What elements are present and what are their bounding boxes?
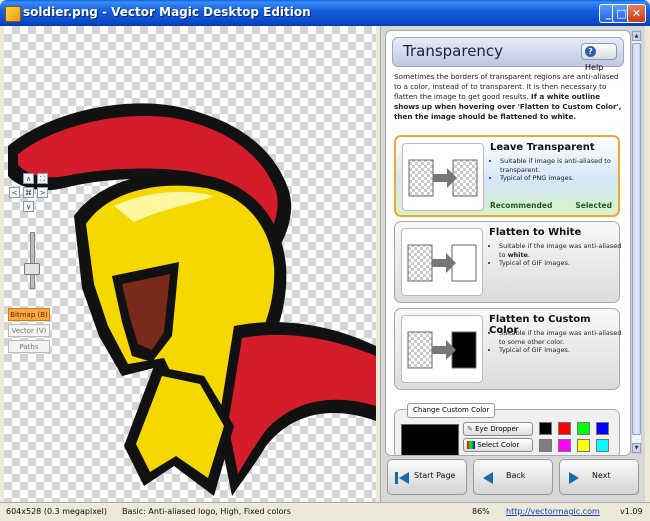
start-page-icon bbox=[395, 472, 409, 484]
next-button[interactable]: Next bbox=[559, 459, 639, 495]
option-flatten-white[interactable]: Flatten to White Suitable if the image w… bbox=[394, 221, 621, 303]
title-bar: soldier.png - Vector Magic Desktop Editi… bbox=[0, 0, 650, 26]
select-color-button[interactable]: Select Color bbox=[463, 438, 533, 452]
bullet-bold: white bbox=[507, 250, 528, 259]
scroll-thumb[interactable] bbox=[632, 43, 641, 435]
option-bullet: Typical of PNG images. bbox=[500, 174, 628, 183]
option-bullets: Suitable if image is anti-aliased to tra… bbox=[490, 157, 628, 183]
option-bullet: Typical of GIF images. bbox=[499, 259, 627, 268]
help-icon: ? bbox=[585, 46, 596, 57]
flatten-white-preview bbox=[401, 228, 483, 296]
zoom-slider-thumb[interactable] bbox=[24, 263, 40, 275]
color-swatch-magenta[interactable] bbox=[558, 439, 571, 452]
next-label: Next bbox=[592, 471, 611, 480]
help-button[interactable]: ? Help bbox=[581, 43, 617, 72]
eye-dropper-icon: ✎ bbox=[467, 425, 473, 433]
website-link[interactable]: http://vectormagic.com bbox=[506, 503, 600, 520]
color-swatch-yellow[interactable] bbox=[577, 439, 590, 452]
current-color-swatch bbox=[401, 424, 459, 455]
option-flatten-custom[interactable]: Flatten to Custom Color Suitable if the … bbox=[394, 308, 621, 390]
flatten-custom-preview bbox=[401, 315, 483, 383]
start-page-label: Start Page bbox=[414, 471, 456, 480]
selected-label: Selected bbox=[575, 201, 612, 210]
color-swatch-gray[interactable] bbox=[539, 439, 552, 452]
eye-dropper-button[interactable]: ✎ Eye Dropper bbox=[463, 422, 533, 436]
option-bullet: Suitable if the image was anti-aliased t… bbox=[499, 329, 627, 346]
select-color-label: Select Color bbox=[477, 441, 520, 449]
panel-title: Transparency bbox=[403, 42, 504, 60]
option-bullets: Suitable if the image was anti-aliased t… bbox=[489, 329, 627, 355]
close-button[interactable]: ✕ bbox=[627, 4, 646, 23]
image-canvas[interactable] bbox=[4, 26, 376, 502]
start-page-button[interactable]: Start Page bbox=[387, 459, 467, 495]
option-bullet: Typical of GIF images. bbox=[499, 346, 627, 355]
bullet-text: . bbox=[527, 250, 531, 259]
panel-content: Transparency ? Help Sometimes the border… bbox=[385, 30, 631, 456]
option-title: Flatten to White bbox=[489, 227, 582, 238]
fit-view-button[interactable]: ⛶ bbox=[37, 173, 48, 184]
option-leave-transparent[interactable]: Leave Transparent Suitable if image is a… bbox=[394, 135, 620, 217]
scroll-down-arrow[interactable]: ▼ bbox=[632, 443, 641, 453]
zoom-slider-track[interactable] bbox=[30, 232, 35, 289]
window-title: soldier.png - Vector Magic Desktop Editi… bbox=[23, 5, 311, 19]
vector-mode-button[interactable]: Vector (V) bbox=[8, 324, 50, 337]
custom-color-section: Change Custom Color ✎ Eye Dropper Select… bbox=[394, 403, 620, 455]
soldier-image bbox=[8, 103, 376, 496]
color-swatch-blue[interactable] bbox=[596, 422, 609, 435]
option-bullets: Suitable if the image was anti-aliased t… bbox=[489, 242, 627, 268]
help-label: Help bbox=[585, 63, 604, 72]
next-arrow-icon bbox=[569, 472, 579, 484]
back-label: Back bbox=[506, 471, 526, 480]
app-icon bbox=[5, 6, 21, 22]
option-bullet: Suitable if the image was anti-aliased t… bbox=[499, 242, 627, 259]
color-swatch-cyan[interactable] bbox=[596, 439, 609, 452]
back-button[interactable]: Back bbox=[473, 459, 553, 495]
image-info: 604x528 (0.3 megapixel) bbox=[6, 507, 107, 516]
panel-description: Sometimes the borders of transparent reg… bbox=[394, 72, 622, 122]
color-swatch-red[interactable] bbox=[558, 422, 571, 435]
change-custom-color-button[interactable]: Change Custom Color bbox=[407, 403, 496, 418]
center-view-button[interactable]: ⌘ bbox=[23, 187, 34, 198]
leave-transparent-preview bbox=[402, 143, 484, 211]
eye-dropper-label: Eye Dropper bbox=[475, 425, 519, 433]
back-arrow-icon bbox=[483, 472, 493, 484]
status-bar: 604x528 (0.3 megapixel) Basic: Anti-alia… bbox=[0, 502, 650, 521]
color-swatch-green[interactable] bbox=[577, 422, 590, 435]
scroll-up-arrow[interactable]: ▲ bbox=[632, 31, 641, 41]
pan-down-button[interactable]: ∨ bbox=[23, 201, 34, 212]
version-label: v1.09 bbox=[620, 507, 643, 516]
pan-left-button[interactable]: < bbox=[9, 187, 20, 198]
panel-scrollbar[interactable]: ▲ ▼ bbox=[631, 30, 642, 454]
color-swatch-black[interactable] bbox=[539, 422, 552, 435]
option-bullet: Suitable if image is anti-aliased to tra… bbox=[500, 157, 628, 174]
recommended-label: Recommended bbox=[490, 201, 553, 210]
settings-summary: Basic: Anti-aliased logo, High, Fixed co… bbox=[122, 507, 291, 516]
pan-up-button[interactable]: ∧ bbox=[23, 173, 34, 184]
zoom-percent: 86% bbox=[472, 507, 490, 516]
wizard-panel: Transparency ? Help Sometimes the border… bbox=[380, 26, 645, 502]
paths-mode-button[interactable]: Paths bbox=[8, 340, 50, 353]
pan-right-button[interactable]: > bbox=[37, 187, 48, 198]
bitmap-mode-button[interactable]: Bitmap (B) bbox=[8, 308, 50, 321]
panel-header: Transparency ? Help bbox=[392, 37, 624, 72]
color-palette-icon bbox=[467, 441, 475, 449]
option-title: Leave Transparent bbox=[490, 142, 595, 153]
